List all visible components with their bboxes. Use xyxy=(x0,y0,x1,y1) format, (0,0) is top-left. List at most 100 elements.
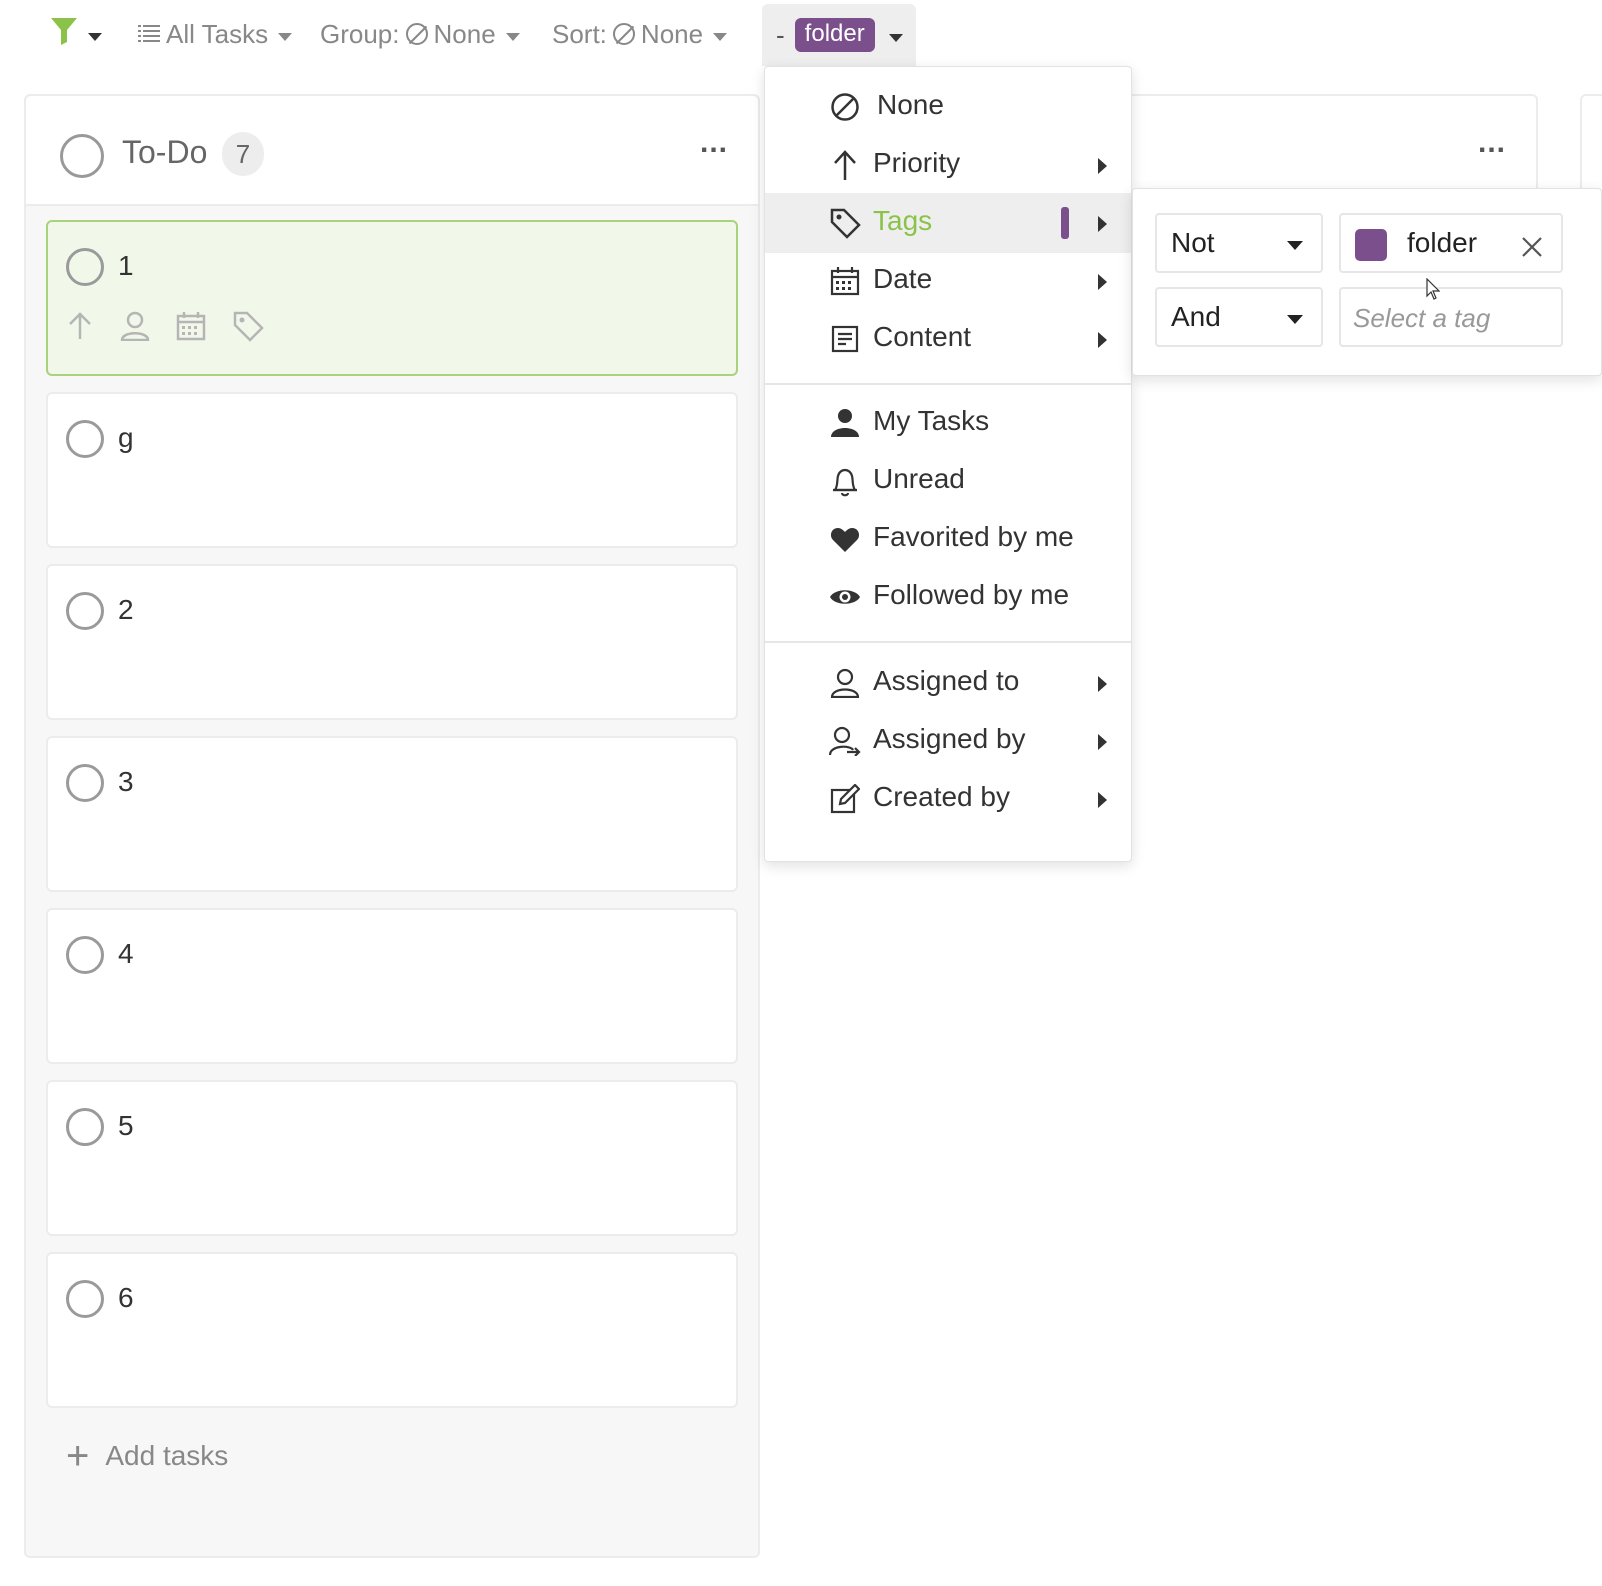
tag-conjunction-select[interactable]: And xyxy=(1155,287,1323,347)
edit-icon xyxy=(829,783,861,815)
heart-icon xyxy=(829,523,861,555)
menu-item-label: Favorited by me xyxy=(873,521,1074,552)
task-checkbox[interactable] xyxy=(66,1108,104,1146)
bell-icon xyxy=(829,465,861,497)
column-header: To-Do 7 ... xyxy=(26,96,758,206)
menu-item-tags[interactable]: Tags xyxy=(765,193,1131,253)
task-card[interactable]: 5 xyxy=(46,1080,738,1236)
active-tag-color-marker xyxy=(1061,207,1069,239)
menu-divider xyxy=(765,383,1131,385)
group-selector[interactable]: Group: None xyxy=(320,14,520,54)
task-title: 2 xyxy=(118,594,134,625)
menu-item-assigned-by[interactable]: Assigned by xyxy=(765,711,1131,771)
chevron-right-icon xyxy=(1098,216,1107,232)
list-label: All Tasks xyxy=(166,18,269,49)
none-icon xyxy=(829,91,861,123)
menu-item-label: None xyxy=(877,89,944,120)
task-card[interactable]: 3 xyxy=(46,736,738,892)
calendar-icon[interactable] xyxy=(176,311,206,341)
eye-icon xyxy=(829,581,861,613)
task-card[interactable]: 4 xyxy=(46,908,738,1064)
chevron-down-icon xyxy=(1287,315,1303,324)
task-card[interactable]: 6 xyxy=(46,1252,738,1408)
active-filter-button[interactable]: - folder xyxy=(762,4,916,66)
close-icon[interactable] xyxy=(1521,233,1543,265)
task-title: 6 xyxy=(118,1282,134,1313)
menu-item-followed[interactable]: Followed by me xyxy=(765,567,1131,627)
assignee-icon[interactable] xyxy=(120,311,150,341)
todo-column: To-Do 7 ... 1 g 2 3 4 5 6 + Add tasks xyxy=(24,94,760,1558)
tag-select-value: folder xyxy=(1407,227,1478,258)
plus-icon: + xyxy=(66,1434,90,1478)
column-more-button[interactable]: ... xyxy=(1478,126,1506,160)
menu-item-label: My Tasks xyxy=(873,405,990,436)
tag-select-empty[interactable]: Select a tag xyxy=(1339,287,1563,347)
menu-item-assigned-to[interactable]: Assigned to xyxy=(765,653,1131,713)
tag-icon[interactable] xyxy=(232,310,264,342)
menu-item-created-by[interactable]: Created by xyxy=(765,769,1131,829)
menu-item-label: Followed by me xyxy=(873,579,1070,610)
add-tasks-button[interactable]: + Add tasks xyxy=(66,1436,228,1476)
chevron-down-icon xyxy=(88,33,102,41)
tag-filter-submenu: Not folder And Select a tag xyxy=(1132,188,1602,376)
task-title: 3 xyxy=(118,766,134,797)
menu-item-unread[interactable]: Unread xyxy=(765,451,1131,511)
list-selector[interactable]: All Tasks xyxy=(138,14,293,54)
chevron-right-icon xyxy=(1098,676,1107,692)
task-title: 4 xyxy=(118,938,134,969)
column-more-button[interactable]: ... xyxy=(700,126,728,160)
arrow-up-icon xyxy=(829,149,861,181)
task-card[interactable]: g xyxy=(46,392,738,548)
priority-icon[interactable] xyxy=(66,311,94,341)
task-card[interactable]: 2 xyxy=(46,564,738,720)
none-icon xyxy=(612,23,635,45)
tag-operator-select[interactable]: Not xyxy=(1155,213,1323,273)
none-icon xyxy=(405,23,428,45)
task-checkbox[interactable] xyxy=(66,1280,104,1318)
task-quick-actions xyxy=(66,310,264,342)
task-checkbox[interactable] xyxy=(66,248,104,286)
task-checkbox[interactable] xyxy=(66,592,104,630)
task-title: g xyxy=(118,422,134,453)
menu-item-priority[interactable]: Priority xyxy=(765,135,1131,195)
filter-negation: - xyxy=(776,19,785,50)
chevron-down-icon xyxy=(505,33,520,41)
sort-selector[interactable]: Sort: None xyxy=(552,14,728,54)
menu-item-label: Created by xyxy=(873,781,1010,812)
tag-color-swatch xyxy=(1355,229,1387,261)
column-title: To-Do xyxy=(122,134,208,170)
menu-item-label: Tags xyxy=(873,205,933,236)
menu-item-label: Date xyxy=(873,263,933,294)
mouse-cursor-icon xyxy=(1426,277,1441,305)
chevron-down-icon xyxy=(888,34,903,42)
menu-item-date[interactable]: Date xyxy=(765,251,1131,311)
column-count-badge: 7 xyxy=(222,132,264,176)
task-checkbox[interactable] xyxy=(66,936,104,974)
toolbar: All Tasks Group: None Sort: None - folde… xyxy=(0,0,1602,66)
user-outline-icon xyxy=(829,667,861,699)
list-icon xyxy=(138,19,160,50)
menu-item-label: Content xyxy=(873,321,972,352)
menu-item-label: Unread xyxy=(873,463,965,494)
task-checkbox[interactable] xyxy=(66,420,104,458)
sort-value: None xyxy=(640,18,704,49)
user-arrow-icon xyxy=(829,725,861,757)
menu-item-label: Assigned by xyxy=(873,723,1026,754)
chevron-down-icon xyxy=(1287,241,1303,250)
chevron-right-icon xyxy=(1098,158,1107,174)
column-complete-checkbox[interactable] xyxy=(60,134,104,178)
tag-conjunction-value: And xyxy=(1171,301,1221,332)
menu-item-favorited[interactable]: Favorited by me xyxy=(765,509,1131,569)
menu-item-label: Assigned to xyxy=(873,665,1020,696)
filter-button[interactable] xyxy=(50,14,102,54)
menu-item-content[interactable]: Content xyxy=(765,309,1131,369)
filter-icon xyxy=(50,16,78,53)
task-card[interactable]: 1 xyxy=(46,220,738,376)
chevron-right-icon xyxy=(1098,274,1107,290)
calendar-icon xyxy=(829,265,861,297)
menu-item-my-tasks[interactable]: My Tasks xyxy=(765,393,1131,453)
add-tasks-label: Add tasks xyxy=(105,1440,229,1471)
tag-select[interactable]: folder xyxy=(1339,213,1563,273)
task-checkbox[interactable] xyxy=(66,764,104,802)
menu-item-none[interactable]: None xyxy=(765,77,1131,137)
